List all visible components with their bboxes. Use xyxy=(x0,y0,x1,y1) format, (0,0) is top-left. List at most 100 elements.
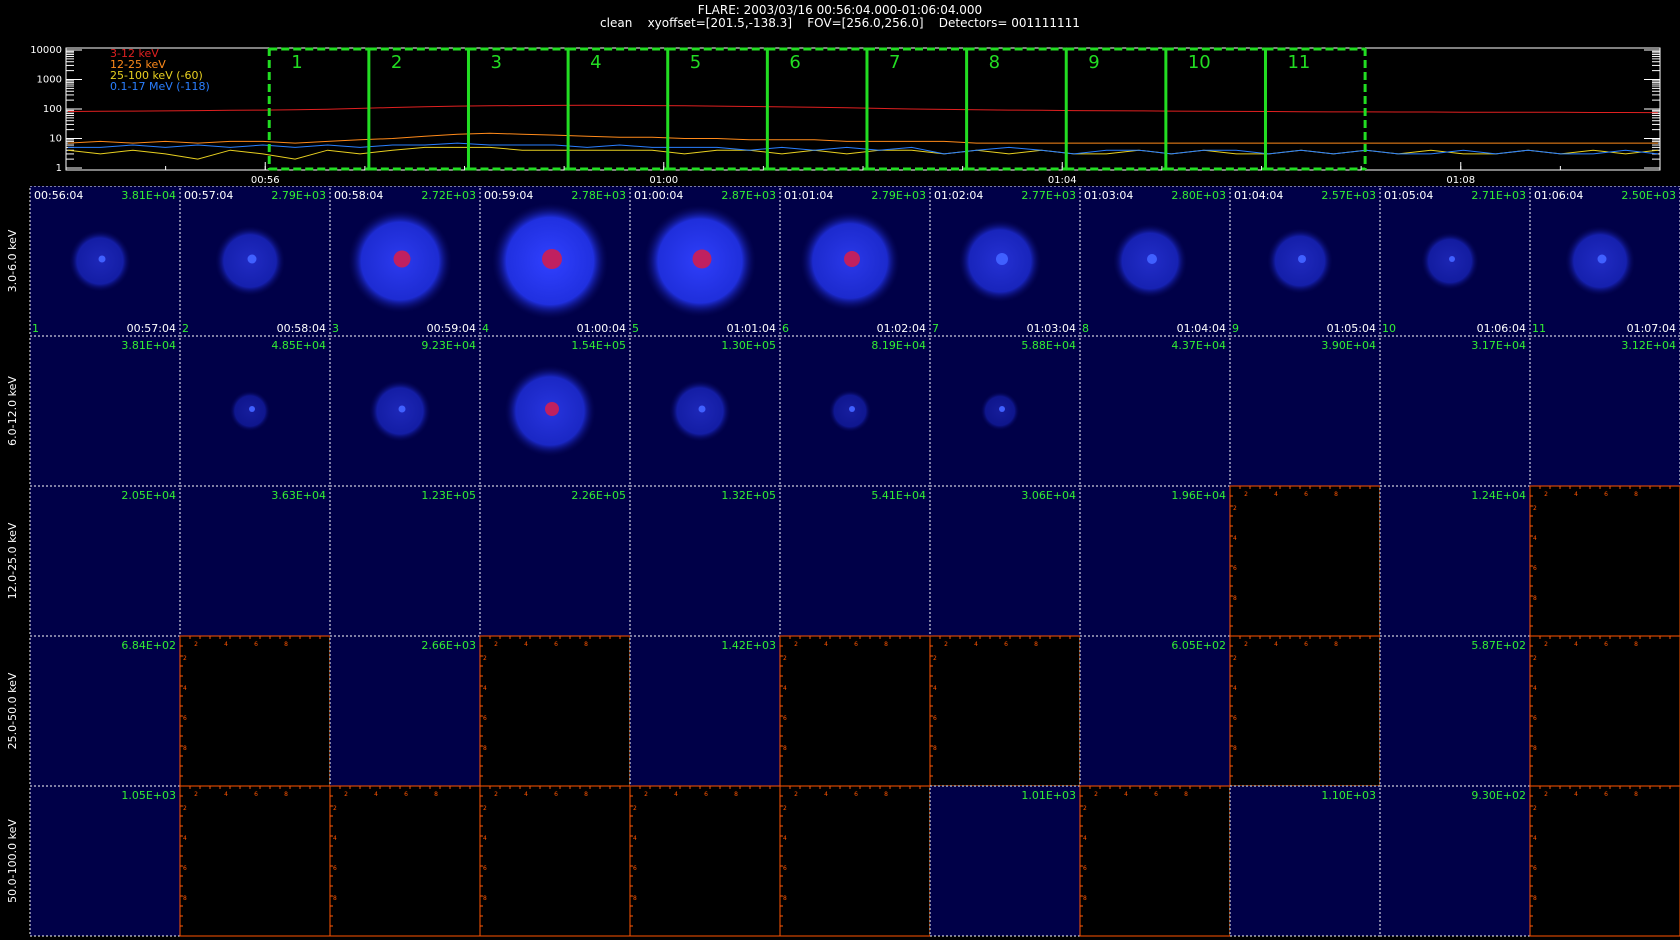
cell-end-time: 01:06:04 xyxy=(1477,322,1526,335)
empty-axis-x-label: 6 xyxy=(704,791,708,798)
cell-peak-value: 2.66E+03 xyxy=(421,639,476,652)
x-tick-label: 00:56 xyxy=(251,175,280,186)
image-cell: 3.17E+04 xyxy=(1379,335,1531,487)
image-cell: 22 4 4 6 6 8 8 xyxy=(779,785,931,937)
cell-end-time: 01:01:04 xyxy=(727,322,776,335)
cell-frame xyxy=(1229,785,1381,937)
empty-axis-y-label: 8 xyxy=(183,895,187,902)
source-core xyxy=(247,254,257,264)
cell-peak-value: 1.23E+05 xyxy=(421,489,476,502)
image-cell: 3.81E+04 xyxy=(29,335,181,487)
empty-axis-y-label: 6 xyxy=(1233,715,1237,722)
x-tick-label: 01:08 xyxy=(1446,175,1475,186)
image-cell: 4.85E+04 xyxy=(179,335,331,487)
empty-axis-y-label: 8 xyxy=(1533,895,1537,902)
empty-axis-x-label: 4 xyxy=(224,641,228,648)
image-cell: 01:06:04 2.50E+03 11 01:07:04 xyxy=(1529,186,1680,337)
image-cell: 01:05:04 2.71E+03 10 01:06:04 xyxy=(1379,186,1531,337)
empty-axis-x-label: 6 xyxy=(254,791,258,798)
empty-cell-frame xyxy=(1229,485,1381,637)
empty-axis-x-label: 6 xyxy=(554,641,558,648)
cell-frame xyxy=(1079,485,1231,637)
empty-axis-x-label: 2 xyxy=(1544,641,1548,648)
empty-axis-y-label: 4 xyxy=(783,685,787,692)
image-cell: 2.66E+03 xyxy=(329,635,481,787)
empty-axis-y-label: 6 xyxy=(783,715,787,722)
empty-cell-frame xyxy=(479,635,631,787)
cell-peak-value: 2.71E+03 xyxy=(1471,189,1526,202)
legend-entry-3: 0.1-17 MeV (-118) xyxy=(110,80,210,93)
source-core xyxy=(999,406,1005,412)
cell-frame xyxy=(29,635,181,787)
empty-axis-x-label: 2 xyxy=(1244,641,1248,648)
cell-peak-value: 1.54E+05 xyxy=(571,339,626,352)
image-cell: 8.19E+04 xyxy=(779,335,931,487)
cell-end-time: 01:04:04 xyxy=(1177,322,1226,335)
empty-axis-x-label: 8 xyxy=(884,791,888,798)
x-tick-label: 01:00 xyxy=(649,175,678,186)
x-tick-label: 01:04 xyxy=(1048,175,1077,186)
image-cell: 22 4 4 6 6 8 8 xyxy=(1529,785,1680,937)
y-tick-label: 1 xyxy=(56,163,62,174)
cell-end-time: 01:03:04 xyxy=(1027,322,1076,335)
cell-peak-value: 6.84E+02 xyxy=(121,639,176,652)
empty-axis-y-label: 6 xyxy=(1083,865,1087,872)
image-cell: 3.63E+04 xyxy=(179,485,331,637)
cell-peak-value: 1.30E+05 xyxy=(721,339,776,352)
cell-index: 9 xyxy=(1232,322,1239,335)
image-cell: 6.05E+02 xyxy=(1079,635,1231,787)
empty-axis-y-label: 4 xyxy=(333,835,337,842)
image-cell: 00:59:04 2.78E+03 4 01:00:04 xyxy=(479,186,631,337)
interval-label-3: 3 xyxy=(490,52,501,73)
image-cell: 1.32E+05 xyxy=(629,485,781,637)
empty-cell-frame xyxy=(779,635,931,787)
empty-axis-x-label: 8 xyxy=(284,641,288,648)
empty-axis-y-label: 4 xyxy=(933,685,937,692)
cell-peak-value: 2.79E+03 xyxy=(871,189,926,202)
empty-axis-x-label: 4 xyxy=(1124,791,1128,798)
image-cell: 1.10E+03 xyxy=(1229,785,1381,937)
empty-axis-y-label: 6 xyxy=(783,865,787,872)
empty-cell-frame xyxy=(1529,635,1680,787)
image-cell: 22 4 4 6 6 8 8 xyxy=(329,785,481,937)
empty-axis-y-label: 2 xyxy=(783,655,787,662)
empty-cell-frame xyxy=(1529,485,1680,637)
cell-end-time: 01:07:04 xyxy=(1627,322,1676,335)
interval-label-10: 10 xyxy=(1188,52,1211,73)
empty-axis-x-label: 2 xyxy=(494,641,498,648)
empty-axis-y-label: 4 xyxy=(633,835,637,842)
empty-axis-x-label: 8 xyxy=(734,791,738,798)
empty-axis-y-label: 4 xyxy=(783,835,787,842)
image-cell: 1.24E+04 xyxy=(1379,485,1531,637)
cell-peak-value: 3.12E+04 xyxy=(1621,339,1676,352)
empty-axis-x-label: 2 xyxy=(794,641,798,648)
cell-peak-value: 5.41E+04 xyxy=(871,489,926,502)
cell-peak-value: 3.90E+04 xyxy=(1321,339,1376,352)
empty-axis-x-label: 2 xyxy=(1544,791,1548,798)
cell-start-time: 01:01:04 xyxy=(784,189,833,202)
cell-peak-value: 1.42E+03 xyxy=(721,639,776,652)
empty-axis-x-label: 8 xyxy=(1634,491,1638,498)
cell-frame xyxy=(479,485,631,637)
cell-peak-value: 4.37E+04 xyxy=(1171,339,1226,352)
empty-cell-frame xyxy=(629,785,781,937)
cell-end-time: 00:57:04 xyxy=(127,322,176,335)
cell-frame xyxy=(629,635,781,787)
image-cell: 22 4 4 6 6 8 8 xyxy=(179,635,331,787)
cell-peak-value: 1.01E+03 xyxy=(1021,789,1076,802)
interval-label-4: 4 xyxy=(590,52,601,73)
source-core xyxy=(393,250,411,268)
empty-axis-x-label: 4 xyxy=(824,791,828,798)
cell-start-time: 01:04:04 xyxy=(1234,189,1283,202)
empty-axis-y-label: 4 xyxy=(1083,835,1087,842)
cell-frame xyxy=(929,485,1081,637)
image-cell: 01:02:04 2.77E+03 7 01:03:04 xyxy=(929,186,1081,337)
cell-index: 10 xyxy=(1382,322,1396,335)
empty-axis-x-label: 4 xyxy=(1574,641,1578,648)
series-line-1 xyxy=(67,132,1658,144)
empty-axis-y-label: 8 xyxy=(1233,595,1237,602)
empty-axis-y-label: 8 xyxy=(1233,745,1237,752)
cell-frame xyxy=(329,485,481,637)
empty-axis-y-label: 2 xyxy=(183,655,187,662)
empty-axis-x-label: 8 xyxy=(584,791,588,798)
